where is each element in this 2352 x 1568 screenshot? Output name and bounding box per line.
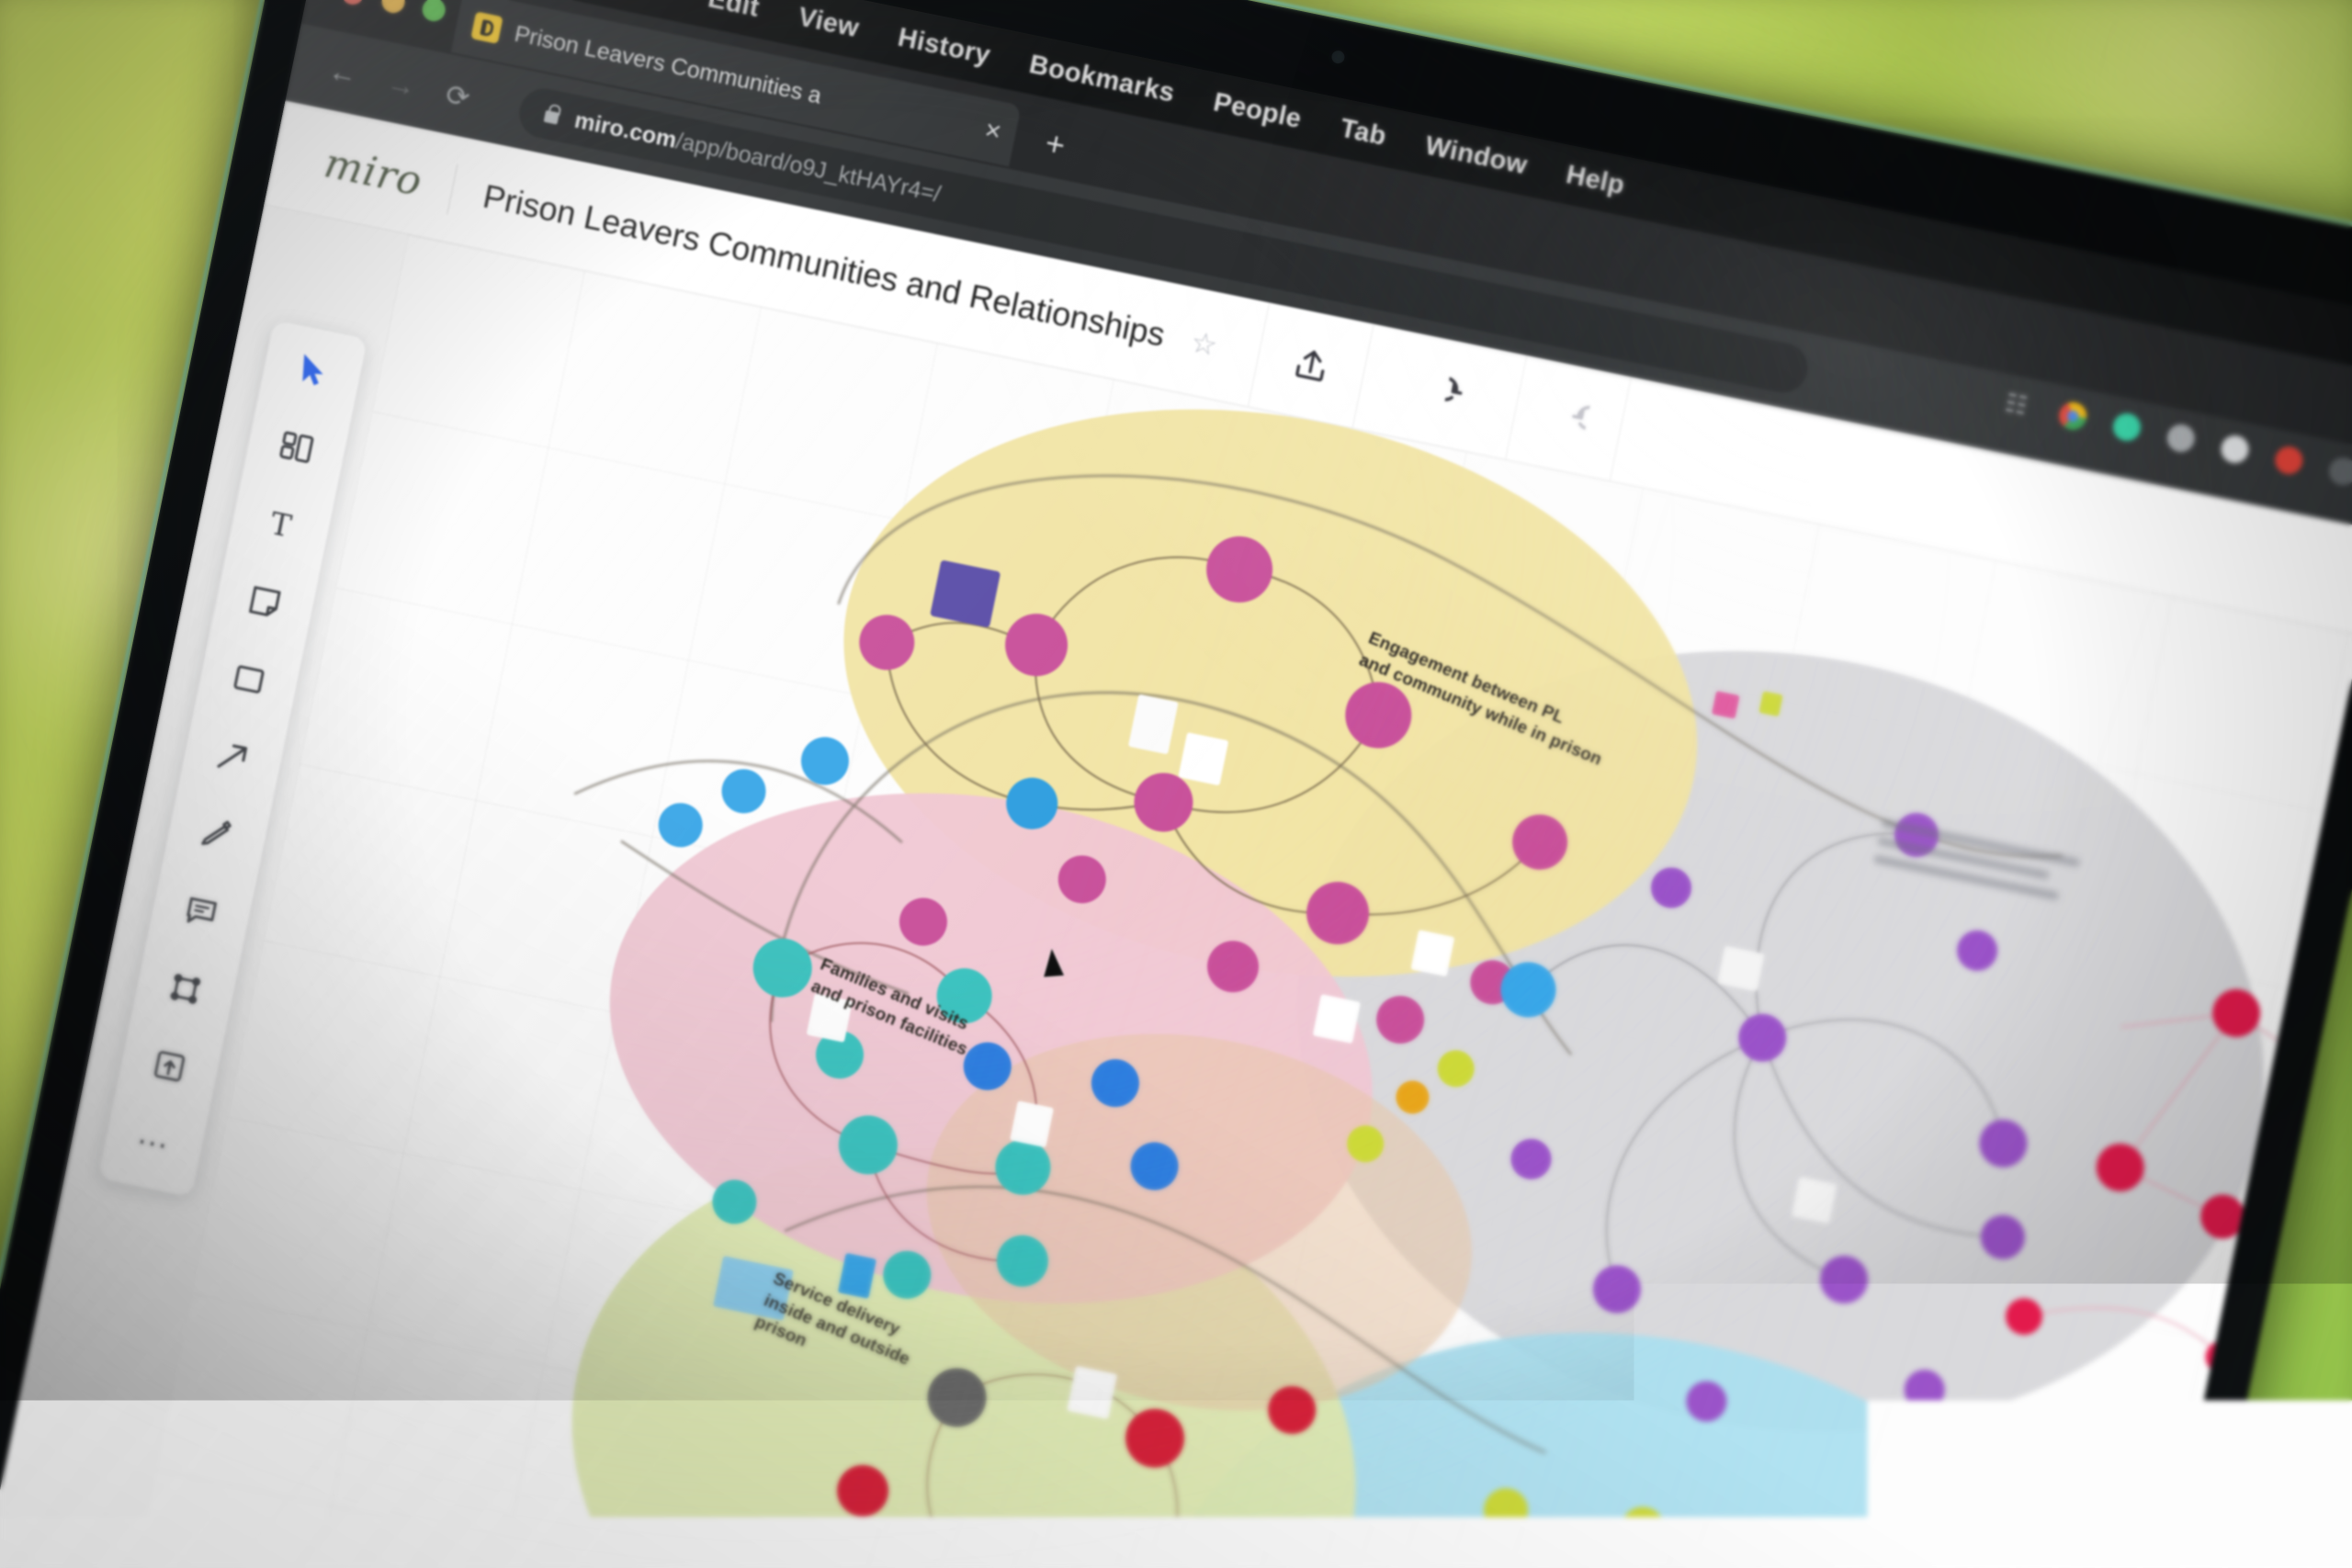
text-t-icon: T — [259, 502, 302, 546]
sticky-note-tool[interactable] — [240, 577, 289, 626]
frame-icon — [164, 967, 207, 1010]
undo-arrow-icon — [1442, 375, 1486, 418]
sticky-note — [1178, 732, 1228, 785]
address-bar-host: miro.com — [572, 107, 679, 152]
arrow-line-icon — [211, 735, 254, 778]
more-tools[interactable]: ⋯ — [129, 1119, 178, 1168]
lock-icon — [544, 110, 560, 125]
square-shape-icon — [227, 658, 270, 701]
frame-tool[interactable] — [161, 964, 210, 1013]
menu-item-history[interactable]: History — [895, 22, 993, 71]
sticky-note — [1712, 691, 1740, 719]
menu-item-help[interactable]: Help — [1564, 160, 1627, 201]
shapes-tool[interactable] — [224, 654, 274, 704]
light-extension-icon[interactable] — [2219, 433, 2251, 465]
minimize-window-button[interactable] — [379, 0, 407, 15]
forward-button[interactable]: → — [385, 67, 419, 101]
grey-extension-icon[interactable] — [2165, 422, 2197, 454]
redo-arrow-icon — [1547, 396, 1590, 439]
comment-bubble-icon — [180, 890, 223, 933]
mint-extension-icon[interactable] — [2110, 411, 2143, 443]
pen-icon — [196, 812, 239, 855]
header-divider — [447, 164, 458, 214]
menu-item-file[interactable]: File — [620, 0, 673, 5]
window-controls — [339, 0, 447, 23]
miro-logo[interactable]: miro — [321, 140, 426, 206]
node — [718, 765, 770, 818]
node — [654, 799, 707, 852]
svg-text:T: T — [267, 505, 295, 545]
select-tool[interactable] — [288, 344, 337, 394]
cursor-icon — [291, 348, 334, 391]
redo-button[interactable] — [1506, 355, 1632, 481]
star-icon[interactable]: ☆ — [1188, 323, 1221, 363]
new-tab-button[interactable]: + — [1043, 126, 1069, 162]
templates-grid-icon — [275, 425, 318, 468]
comment-tool[interactable] — [176, 886, 226, 936]
sticky-note — [930, 559, 1001, 627]
menu-item-people[interactable]: People — [1211, 87, 1305, 135]
dark-extension-icon[interactable] — [2326, 455, 2352, 487]
photograph-scene:  Chrome File Edit View History Bookmark… — [0, 0, 2352, 1568]
undo-button[interactable] — [1402, 333, 1528, 459]
ellipsis-icon: ⋯ — [135, 1131, 172, 1156]
menu-item-edit[interactable]: Edit — [706, 0, 762, 23]
templates-tool[interactable] — [272, 423, 322, 472]
sticky-note — [1717, 946, 1765, 992]
sticky-note — [1067, 1366, 1117, 1419]
upload-tool[interactable] — [144, 1042, 194, 1091]
mouse-cursor — [1042, 948, 1064, 977]
laptop-screen:  Chrome File Edit View History Bookmark… — [0, 0, 2352, 1568]
menu-item-tab[interactable]: Tab — [1338, 113, 1389, 152]
miro-favicon — [470, 11, 503, 43]
red-extension-icon[interactable] — [2273, 444, 2305, 476]
reload-button[interactable]: ⟳ — [444, 80, 473, 113]
share-export-button[interactable] — [1249, 302, 1374, 428]
menu-item-window[interactable]: Window — [1422, 130, 1530, 181]
text-tool[interactable]: T — [255, 500, 305, 549]
close-tab-button[interactable]: × — [982, 117, 1003, 147]
laptop:  Chrome File Edit View History Bookmark… — [0, 0, 2352, 1568]
zoom-window-button[interactable] — [420, 0, 447, 23]
connector-tool[interactable] — [209, 732, 258, 782]
back-button[interactable]: ← — [326, 55, 360, 89]
sticky-note-icon — [243, 581, 287, 624]
upload-arrow-icon — [1290, 344, 1333, 387]
sticky-note — [1313, 994, 1361, 1043]
pen-tool[interactable] — [192, 809, 242, 859]
chrome-profile-icon[interactable] — [2057, 400, 2089, 432]
menu-item-view[interactable]: View — [796, 2, 862, 44]
puzzle-icon[interactable]: ☷ — [2003, 389, 2035, 421]
close-window-button[interactable] — [339, 0, 367, 6]
upload-box-icon — [148, 1044, 191, 1088]
sticky-note — [1792, 1177, 1838, 1224]
